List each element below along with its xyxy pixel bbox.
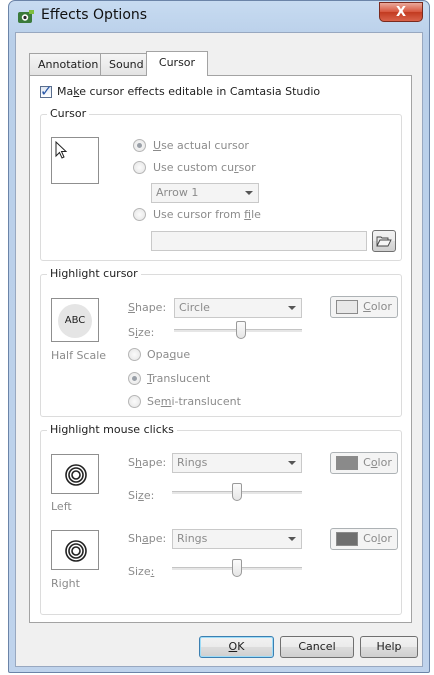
chevron-down-icon [288,306,296,310]
opaque-label[interactable]: Opaque [147,348,190,361]
highlight-shape-select[interactable]: Circle [174,298,302,318]
right-shape-select[interactable]: Rings [172,529,302,549]
close-button[interactable]: X [379,2,423,22]
browse-file-button[interactable] [372,230,396,252]
highlight-preview: ABC [51,298,99,342]
ok-button[interactable]: OK [199,636,274,658]
semi-translucent-label[interactable]: Semi-translucent [147,395,241,408]
cursor-file-path-input[interactable] [151,231,367,251]
translucent-radio[interactable] [128,372,141,385]
right-color-button[interactable]: Color [330,528,398,550]
left-size-slider-thumb[interactable] [232,483,242,501]
right-click-caption: Right [51,577,80,590]
use-custom-cursor-label[interactable]: Use custom cursor [153,161,256,174]
chevron-down-icon [245,191,253,195]
left-click-preview [51,454,99,494]
right-color-swatch [336,532,359,546]
left-shape-label: Shape: [128,456,167,469]
right-shape-label: Shape: [128,532,167,545]
tab-cursor[interactable]: Cursor [146,51,208,76]
help-button[interactable]: Help [360,636,418,658]
semi-translucent-radio[interactable] [128,395,141,408]
highlight-cursor-legend: Highlight cursor [47,267,141,280]
highlight-size-slider[interactable] [174,321,302,341]
tab-sound-label: Sound [109,58,144,71]
right-size-slider-thumb[interactable] [232,559,242,577]
editable-checkbox[interactable]: ✓ [40,82,53,100]
arrow-pointer-icon [55,141,68,159]
ok-button-rest: K [237,640,245,653]
open-folder-icon [376,236,392,247]
tab-cursor-label: Cursor [158,56,196,69]
title-bar[interactable]: Effects Options X [9,1,429,31]
highlight-color-button[interactable]: Color [330,296,398,318]
highlight-color-swatch [336,300,359,314]
highlight-shape-label: Shape: [128,301,167,314]
tab-annotation[interactable]: Annotation [29,53,108,75]
highlight-size-slider-thumb[interactable] [236,321,246,339]
checkmark-icon: ✓ [40,82,53,100]
left-shape-select[interactable]: Rings [172,453,302,473]
right-size-slider[interactable] [172,559,302,579]
window-title: Effects Options [41,7,148,23]
use-custom-cursor-radio[interactable] [133,161,146,174]
cursor-preview [51,137,99,184]
right-size-label: Size: [128,565,155,578]
left-color-swatch [336,456,359,470]
camtasia-app-icon [18,10,34,23]
cancel-button[interactable]: Cancel [280,636,354,658]
chevron-down-icon [288,461,296,465]
custom-cursor-select[interactable]: Arrow 1 [151,183,259,203]
left-color-button[interactable]: Color [330,452,398,474]
tab-sound[interactable]: Sound [100,53,153,75]
highlight-cursor-group: Highlight cursor ABC Half Scale Shape: C… [40,267,402,417]
left-size-slider[interactable] [172,483,302,503]
left-size-label: Size: [128,489,155,502]
cursor-tab-panel: ✓ Make cursor effects editable in Camtas… [29,75,412,623]
use-actual-cursor-radio[interactable] [133,139,146,152]
editable-checkbox-label[interactable]: Make cursor effects editable in Camtasia… [57,85,320,98]
rings-icon [65,540,87,562]
highlight-preview-text: ABC [58,304,92,338]
tab-annotation-label: Annotation [38,58,99,71]
dialog-client-area: Annotation Sound Cursor ✓ Make cursor ef… [15,32,423,667]
use-cursor-from-file-radio[interactable] [133,208,146,221]
left-click-caption: Left [51,500,72,513]
highlight-clicks-legend: Highlight mouse clicks [47,423,177,436]
opaque-radio[interactable] [128,348,141,361]
right-click-preview [51,530,99,570]
cursor-group-legend: Cursor [47,107,90,120]
effects-options-window: Effects Options X Annotation Sound Curso… [8,0,430,673]
use-actual-cursor-label[interactable]: Use actual cursor [153,139,249,152]
highlight-size-label: Size: [128,326,155,339]
cursor-group: Cursor Use actual cursor Use custom curs… [40,107,402,261]
highlight-clicks-group: Highlight mouse clicks Left Shape: Rings [40,423,402,615]
use-cursor-from-file-label[interactable]: Use cursor from file [153,208,261,221]
rings-icon [65,464,87,486]
highlight-preview-caption: Half Scale [51,349,107,362]
chevron-down-icon [288,537,296,541]
translucent-label[interactable]: Translucent [147,372,210,385]
